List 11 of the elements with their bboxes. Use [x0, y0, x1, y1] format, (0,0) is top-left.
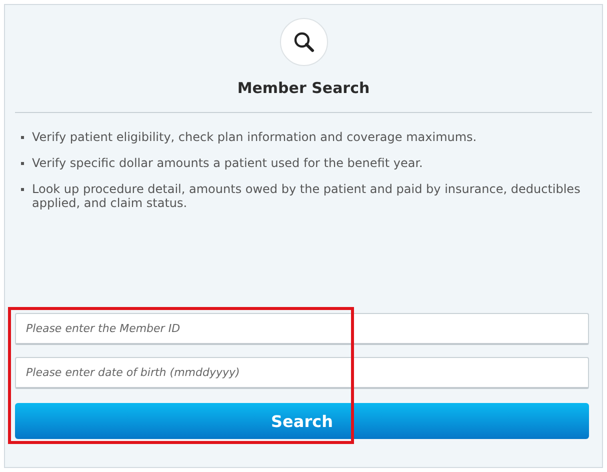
- search-icon: [280, 18, 328, 66]
- input-field[interactable]: Please enter date of birth (mmddyyyy): [15, 357, 589, 389]
- bullet-icon: [21, 188, 24, 191]
- bullet-icon: [21, 162, 24, 165]
- feature-text: Verify patient eligibility, check plan information and coverage maximums.: [32, 130, 477, 144]
- feature-text: Look up procedure detail, amounts owed by the patient and paid by insurance, deductibles applied, and claim status.: [32, 182, 582, 210]
- feature-text: Verify specific dollar amounts a patient used for the benefit year.: [32, 156, 423, 170]
- search-button[interactable]: Search: [15, 403, 589, 439]
- input-field[interactable]: Please enter the Member ID: [15, 313, 589, 345]
- bullet-icon: [21, 136, 24, 139]
- panel-title: Member Search: [237, 79, 370, 97]
